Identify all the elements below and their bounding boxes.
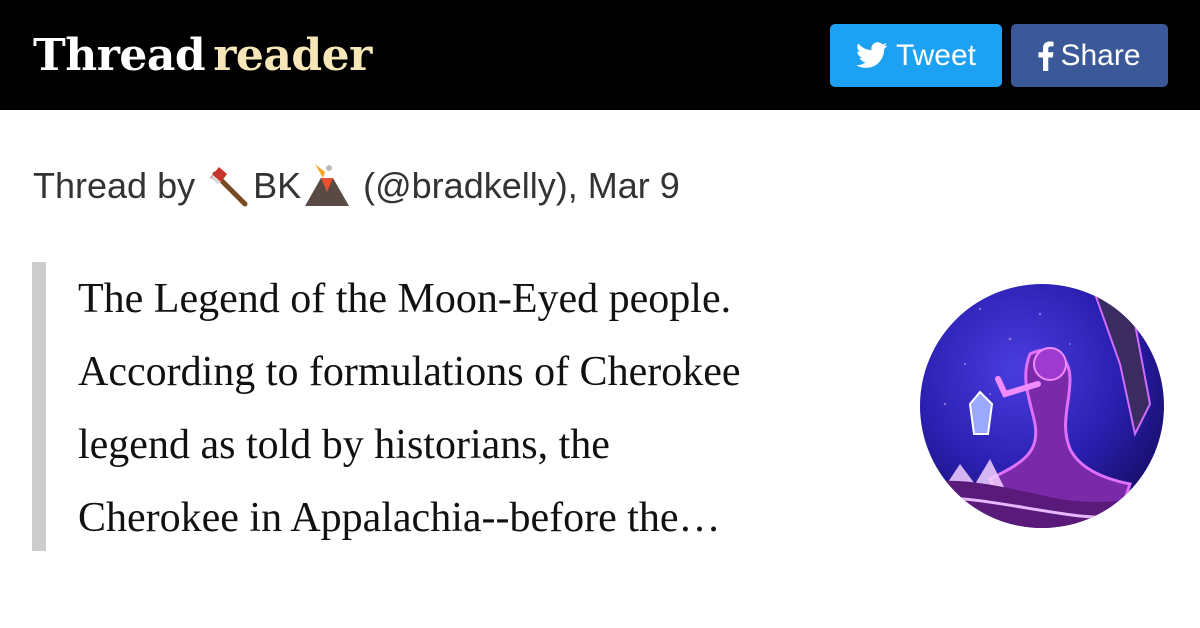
tweet-text-line: legend as told by historians, the [78,422,610,468]
handle-and-date[interactable]: (@bradkelly), Mar 9 [363,160,680,212]
twitter-bird-icon [855,42,888,69]
tweet-text: The Legend of the Moon-Eyed people. Acco… [78,263,898,555]
author-avatar[interactable] [920,284,1164,528]
logo-thread-text: Thread [33,30,206,81]
tweet-text-line: According to formulations of Cherokee [78,349,741,395]
volcano-icon [303,162,351,210]
share-button-label: Share [1060,38,1141,72]
quote-bar [32,262,46,551]
share-button[interactable]: Share [1011,24,1168,87]
facebook-f-icon [1038,40,1054,71]
tweet-button-label: Tweet [895,38,977,72]
tweet-button[interactable]: Tweet [830,24,1002,87]
thread-byline: Thread by BK (@bradkelly), Mar 9 [33,160,680,212]
tweet-text-line: Cherokee in Appalachia--before the… [78,495,721,541]
author-name[interactable]: BK [253,160,301,212]
logo-reader-text: reader [213,30,372,81]
tweet-text-line: The Legend of the Moon-Eyed people. [78,276,732,322]
axe-icon [207,164,251,208]
byline-prefix: Thread by [33,165,196,206]
header-bar: Thread reader Tweet Share [0,0,1200,110]
threadreader-logo[interactable]: Thread reader [33,28,372,84]
